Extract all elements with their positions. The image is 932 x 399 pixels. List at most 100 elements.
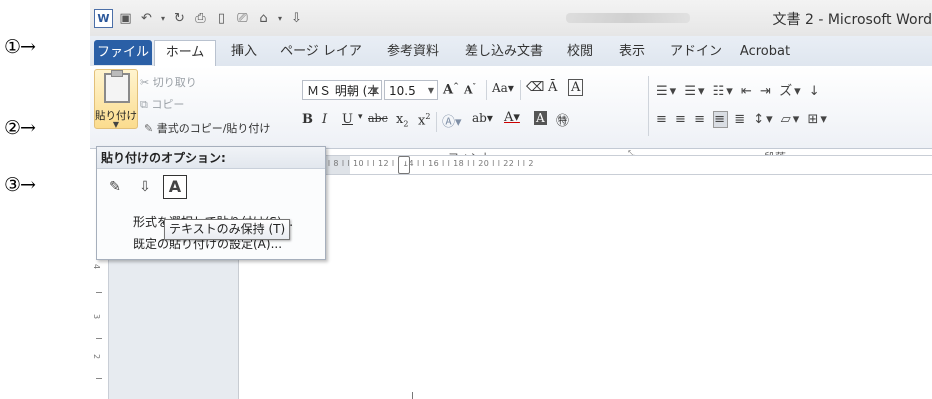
- tab-insert[interactable]: 挿入: [224, 41, 264, 63]
- subscript-button[interactable]: x2: [396, 112, 408, 129]
- justify-icon[interactable]: ≡: [713, 111, 729, 128]
- copy-icon: ⧉: [140, 98, 152, 111]
- print-icon[interactable]: ⎚: [234, 10, 251, 27]
- align-right-icon[interactable]: ≡: [694, 112, 707, 127]
- title-bar: W ▣ ↶ ▾ ↻ ⎙ ▯ ⎚ ⌂ ▾ ⇩ 文書 2 - Microsoft W…: [90, 0, 932, 36]
- bullets-icon[interactable]: ☰▾: [656, 84, 678, 99]
- highlight-icon[interactable]: ab▾: [472, 111, 493, 125]
- borders-icon[interactable]: ⊞▾: [807, 112, 828, 127]
- keep-text-only-button[interactable]: A: [163, 175, 187, 199]
- tab-mailings[interactable]: 差し込み文書: [456, 41, 552, 63]
- superscript-button[interactable]: x2: [418, 112, 430, 128]
- underline-dropdown-icon[interactable]: ▾: [358, 112, 363, 122]
- tooltip: テキストのみ保持 (T): [164, 219, 291, 240]
- ribbon-home: 貼り付け ▼ ✂ 切り取り ⧉ コピー ✎ 書式のコピー/貼り付け ＭＳ 明朝 …: [90, 66, 932, 149]
- copy-label: コピー: [151, 98, 185, 111]
- asian-layout-icon[interactable]: ズ▾: [779, 84, 803, 99]
- merge-formatting-button[interactable]: ⇩: [133, 175, 157, 199]
- format-painter-icon[interactable]: ⌂: [255, 10, 272, 27]
- enclose-characters-icon[interactable]: ㊕: [556, 110, 569, 129]
- shading-icon[interactable]: ▱▾: [781, 112, 802, 127]
- horizontal-ruler: 4 l l 2 l l l 2 l l 4 l l 6 l l 8 l l 10…: [230, 155, 932, 175]
- marker-arrow: →: [20, 117, 36, 139]
- tab-home[interactable]: ホーム: [154, 40, 216, 67]
- decrease-indent-icon[interactable]: ⇤: [741, 84, 754, 99]
- tab-references[interactable]: 参考資料: [380, 41, 446, 63]
- brush-icon: ✎: [144, 122, 157, 135]
- sort-icon[interactable]: ↓: [809, 84, 822, 99]
- distribute-icon[interactable]: ≣: [734, 112, 747, 127]
- separator: [520, 80, 521, 100]
- word-window: W ▣ ↶ ▾ ↻ ⎙ ▯ ⎚ ⌂ ▾ ⇩ 文書 2 - Microsoft W…: [90, 0, 932, 399]
- character-border-icon[interactable]: A: [568, 79, 584, 96]
- undo-dropdown-icon[interactable]: ▾: [159, 10, 167, 27]
- marker-number: ②: [4, 117, 21, 139]
- save-icon[interactable]: ▣: [117, 10, 134, 27]
- increase-indent-icon[interactable]: ⇥: [760, 84, 773, 99]
- document-page[interactable]: [238, 174, 932, 399]
- ruler-number: 2: [92, 353, 102, 360]
- cut-label: 切り取り: [152, 76, 197, 89]
- undo-icon[interactable]: ↶: [138, 10, 155, 27]
- clipboard-icon: [104, 70, 130, 103]
- font-color-icon[interactable]: A▾: [504, 110, 520, 125]
- format-painter-button[interactable]: ✎ 書式のコピー/貼り付け: [144, 120, 270, 136]
- dropdown-icon[interactable]: ▾: [276, 10, 284, 27]
- paste-options-header: 貼り付けのオプション:: [97, 147, 325, 169]
- underline-button[interactable]: U: [342, 112, 353, 127]
- text-effects-icon[interactable]: Ⓐ▾: [442, 111, 462, 130]
- redo-icon[interactable]: ↻: [171, 10, 188, 27]
- keep-source-formatting-button[interactable]: ✎: [103, 175, 127, 199]
- line-spacing-icon[interactable]: ↕▾: [753, 112, 774, 127]
- font-name-combobox[interactable]: ＭＳ 明朝 (本 ▼: [302, 80, 382, 100]
- font-size-combobox[interactable]: 10.5 ▼: [384, 80, 438, 100]
- italic-button[interactable]: I: [322, 112, 327, 127]
- tab-addins[interactable]: アドイン: [666, 41, 726, 63]
- print-preview-icon[interactable]: ⎙: [192, 10, 209, 27]
- ruler-number: 3: [92, 313, 102, 320]
- annotation-marker-1: ①→: [4, 36, 36, 58]
- tab-file[interactable]: ファイル: [94, 40, 152, 65]
- tab-page-layout[interactable]: ページ レイアウト: [274, 41, 368, 81]
- group-separator: [648, 76, 649, 136]
- font-name-value: ＭＳ 明朝 (本: [307, 84, 380, 98]
- alignment-commands: ≡ ≡ ≡ ≡ ≣ ↕▾ ▱▾ ⊞▾: [656, 111, 829, 128]
- cut-button[interactable]: ✂ 切り取り: [140, 74, 197, 90]
- tab-acrobat[interactable]: Acrobat: [732, 41, 798, 63]
- character-shading-icon[interactable]: A: [534, 111, 547, 125]
- marker-number: ③: [4, 174, 21, 196]
- marker-arrow: →: [20, 174, 36, 196]
- merge-formatting-icon: ⇩: [139, 179, 151, 195]
- change-case-button[interactable]: Aa▾: [492, 81, 514, 95]
- ruler-tick: [96, 292, 102, 293]
- clear-formatting-icon[interactable]: ⌫: [526, 80, 544, 95]
- scissors-icon: ✂: [140, 76, 153, 89]
- numbering-icon[interactable]: ☰▾: [684, 84, 706, 99]
- tab-review[interactable]: 校閲: [560, 41, 600, 63]
- separator: [486, 80, 487, 100]
- marker-arrow: →: [20, 36, 36, 58]
- tab-view[interactable]: 表示: [612, 41, 652, 63]
- paste-button[interactable]: 貼り付け ▼: [94, 69, 138, 129]
- ruler-number: 4: [92, 263, 102, 270]
- center-icon[interactable]: ≡: [675, 112, 688, 127]
- quick-access-toolbar: W ▣ ↶ ▾ ↻ ⎙ ▯ ⎚ ⌂ ▾ ⇩: [94, 9, 305, 28]
- bold-button[interactable]: B: [302, 112, 313, 127]
- separator: [436, 112, 437, 132]
- customize-icon[interactable]: ⇩: [288, 10, 305, 27]
- strikethrough-button[interactable]: abc: [368, 112, 388, 125]
- phonetic-guide-icon[interactable]: Ā: [548, 80, 557, 95]
- shrink-font-button[interactable]: Aˇ: [464, 82, 476, 97]
- window-title: 文書 2 - Microsoft Word: [772, 12, 932, 28]
- copy-button[interactable]: ⧉ コピー: [140, 96, 184, 112]
- paste-options-menu: 貼り付けのオプション: ✎ ⇩ A 形式を選択して貼り付け(S)... 既定の貼…: [96, 146, 326, 260]
- grow-font-button[interactable]: A^: [443, 81, 459, 97]
- multilevel-list-icon[interactable]: ☷▾: [713, 84, 735, 99]
- keep-source-formatting-icon: ✎: [109, 179, 121, 195]
- ruler-tick: [96, 378, 102, 379]
- indent-marker-icon[interactable]: [398, 156, 410, 174]
- list-commands: ☰▾ ☰▾ ☷▾ ⇤ ⇥ ズ▾ ↓: [656, 80, 822, 99]
- word-logo-icon[interactable]: W: [94, 9, 113, 28]
- align-left-icon[interactable]: ≡: [656, 112, 669, 127]
- new-doc-icon[interactable]: ▯: [213, 10, 230, 27]
